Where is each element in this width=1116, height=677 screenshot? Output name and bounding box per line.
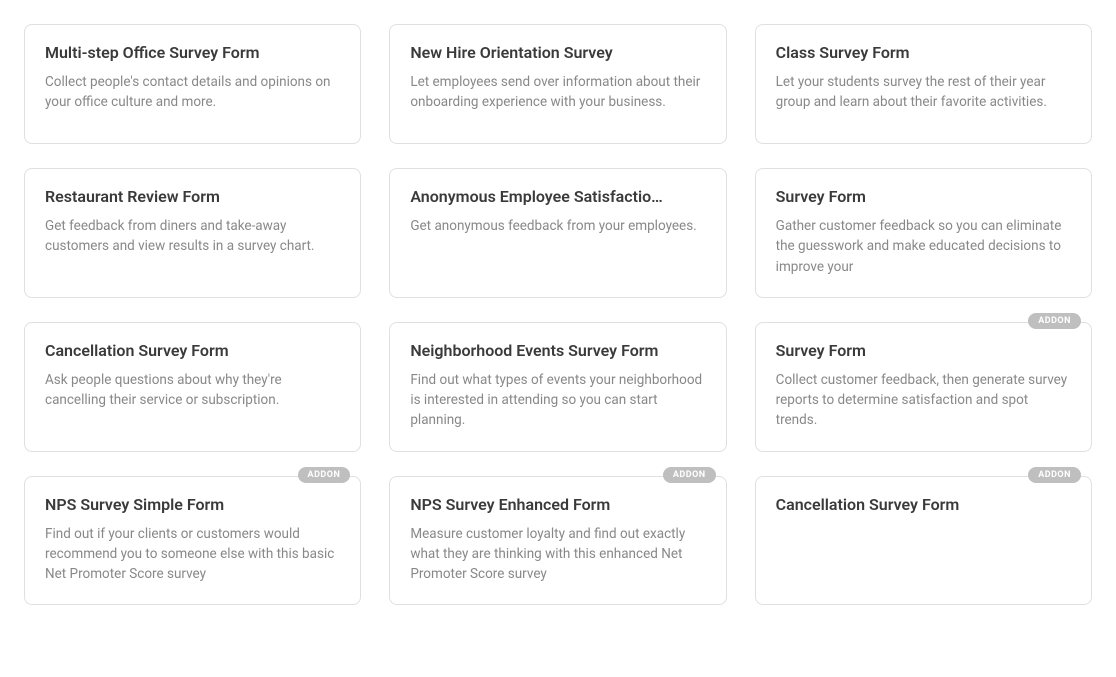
card-title: Anonymous Employee Satisfactio… [410, 187, 705, 206]
card-title: Cancellation Survey Form [45, 341, 340, 360]
card-description: Get feedback from diners and take-away c… [45, 216, 340, 257]
template-card[interactable]: ADDON Survey Form Collect customer feedb… [755, 322, 1092, 452]
template-card[interactable]: ADDON NPS Survey Simple Form Find out if… [24, 476, 361, 606]
template-card[interactable]: ADDON Survey Form Gather customer feedba… [755, 168, 1092, 298]
template-card[interactable]: ADDON Cancellation Survey Form [755, 476, 1092, 606]
card-description: Find out if your clients or customers wo… [45, 524, 340, 585]
card-title: Restaurant Review Form [45, 187, 340, 206]
card-title: Survey Form [776, 341, 1071, 360]
template-card[interactable]: ADDON NPS Survey Enhanced Form Measure c… [389, 476, 726, 606]
card-title: Cancellation Survey Form [776, 495, 1071, 514]
card-title: NPS Survey Enhanced Form [410, 495, 705, 514]
template-card[interactable]: ADDON Cancellation Survey Form Ask peopl… [24, 322, 361, 452]
card-title: New Hire Orientation Survey [410, 43, 705, 62]
card-description: Collect people's contact details and opi… [45, 72, 340, 113]
addon-badge: ADDON [298, 467, 351, 483]
card-title: NPS Survey Simple Form [45, 495, 340, 514]
card-title: Multi-step Office Survey Form [45, 43, 340, 62]
card-description: Ask people questions about why they're c… [45, 370, 340, 411]
card-description: Find out what types of events your neigh… [410, 370, 705, 431]
template-grid: ADDON Multi-step Office Survey Form Coll… [24, 24, 1092, 605]
card-description: Collect customer feedback, then generate… [776, 370, 1071, 431]
addon-badge: ADDON [663, 467, 716, 483]
template-card[interactable]: ADDON Multi-step Office Survey Form Coll… [24, 24, 361, 144]
card-title: Neighborhood Events Survey Form [410, 341, 705, 360]
card-description: Get anonymous feedback from your employe… [410, 216, 705, 236]
addon-badge: ADDON [1028, 313, 1081, 329]
card-title: Survey Form [776, 187, 1071, 206]
template-card[interactable]: ADDON Anonymous Employee Satisfactio… Ge… [389, 168, 726, 298]
template-card[interactable]: ADDON New Hire Orientation Survey Let em… [389, 24, 726, 144]
card-description: Let your students survey the rest of the… [776, 72, 1071, 113]
card-title: Class Survey Form [776, 43, 1071, 62]
card-description: Measure customer loyalty and find out ex… [410, 524, 705, 585]
template-card[interactable]: ADDON Neighborhood Events Survey Form Fi… [389, 322, 726, 452]
card-description: Let employees send over information abou… [410, 72, 705, 113]
template-card[interactable]: ADDON Restaurant Review Form Get feedbac… [24, 168, 361, 298]
addon-badge: ADDON [1028, 467, 1081, 483]
template-card[interactable]: ADDON Class Survey Form Let your student… [755, 24, 1092, 144]
card-description: Gather customer feedback so you can elim… [776, 216, 1071, 277]
